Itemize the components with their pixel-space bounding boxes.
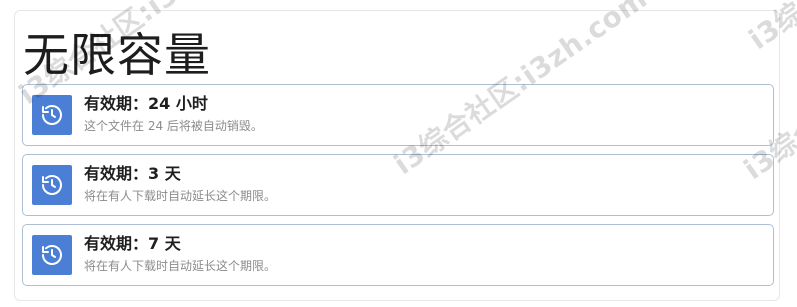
history-icon [32,95,72,135]
expiry-option-title: 有效期：7 天 [84,234,181,253]
expiry-option-title: 有效期：3 天 [84,164,181,183]
history-icon [32,165,72,205]
page-title: 无限容量 [23,28,211,82]
content-panel: 无限容量 有效期：24 小时 这个文件在 24 后将被自动销毁。 有效期：3 天… [14,10,780,301]
expiry-option-description: 这个文件在 24 后将被自动销毁。 [84,119,263,133]
expiry-option-24h[interactable]: 有效期：24 小时 这个文件在 24 后将被自动销毁。 [22,84,774,146]
expiry-option-description: 将在有人下载时自动延长这个期限。 [84,189,277,203]
expiry-option-title: 有效期：24 小时 [84,94,208,113]
expiry-option-3d[interactable]: 有效期：3 天 将在有人下载时自动延长这个期限。 [22,154,774,216]
history-icon [32,235,72,275]
expiry-option-description: 将在有人下载时自动延长这个期限。 [84,259,277,273]
expiry-option-7d[interactable]: 有效期：7 天 将在有人下载时自动延长这个期限。 [22,224,774,286]
expiry-options-list: 有效期：24 小时 这个文件在 24 后将被自动销毁。 有效期：3 天 将在有人… [22,84,774,294]
